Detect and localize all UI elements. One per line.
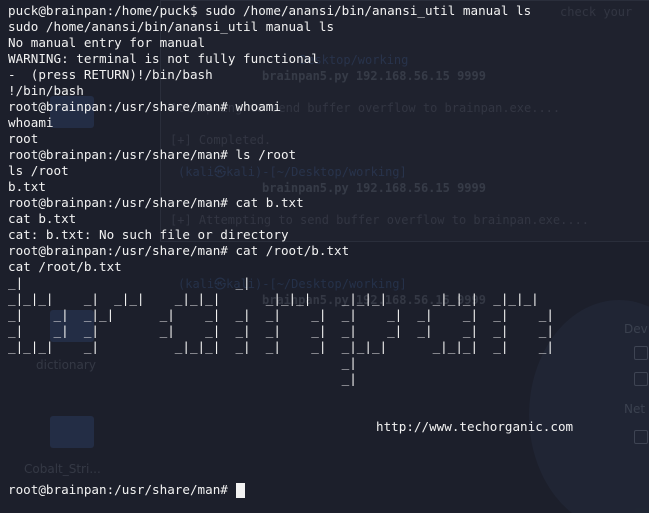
- url-text: http://www.techorganic.com: [376, 419, 574, 434]
- terminal-line: root: [8, 131, 39, 146]
- terminal-line: root@brainpan:/usr/share/man# ls /root: [8, 147, 297, 162]
- terminal-line: !/bin/bash: [8, 83, 84, 98]
- terminal-line: b.txt: [8, 179, 46, 194]
- terminal-line: WARNING: terminal is not fully functiona…: [8, 51, 319, 66]
- ascii-art-line: _| _| _|_| _| _| _| _| _| _| _| _| _| _|…: [8, 307, 554, 322]
- ascii-art-line: _|_|_| _| _|_|_| _| _| _| _|_|_| _|_|_| …: [8, 339, 554, 354]
- terminal-line: ls /root: [8, 163, 69, 178]
- terminal-line: root@brainpan:/usr/share/man# cat b.txt: [8, 195, 304, 210]
- ascii-art-line: _|: [8, 371, 357, 386]
- terminal-line: sudo /home/anansi/bin/anansi_util manual…: [8, 19, 335, 34]
- prompt-text: root@brainpan:/usr/share/man#: [8, 482, 236, 497]
- terminal-line: cat /root/b.txt: [8, 259, 122, 274]
- ascii-art-line: _|_|_| _| _|_| _|_|_| _|_|_| _|_|_| _|_|…: [8, 291, 539, 306]
- terminal-line: puck@brainpan:/home/puck$ sudo /home/ana…: [8, 3, 532, 18]
- ascii-art-line: _|: [8, 355, 357, 370]
- terminal-line: No manual entry for manual: [8, 35, 206, 50]
- command-prompt[interactable]: root@brainpan:/usr/share/man#: [8, 482, 246, 498]
- terminal-line: root@brainpan:/usr/share/man# cat /root/…: [8, 243, 350, 258]
- ascii-art-line: _| _|: [8, 275, 251, 290]
- terminal-line: cat: b.txt: No such file or directory: [8, 227, 289, 242]
- terminal-line: - (press RETURN)!/bin/bash: [8, 67, 213, 82]
- cursor: [236, 482, 246, 498]
- terminal[interactable]: puck@brainpan:/home/puck$ sudo /home/ana…: [0, 0, 649, 513]
- terminal-line: cat b.txt: [8, 211, 77, 226]
- terminal-line: root@brainpan:/usr/share/man# whoami: [8, 99, 281, 114]
- ascii-art-line: _| _| _| _| _| _| _| _| _| _| _| _| _| _…: [8, 323, 554, 338]
- terminal-line: whoami: [8, 115, 54, 130]
